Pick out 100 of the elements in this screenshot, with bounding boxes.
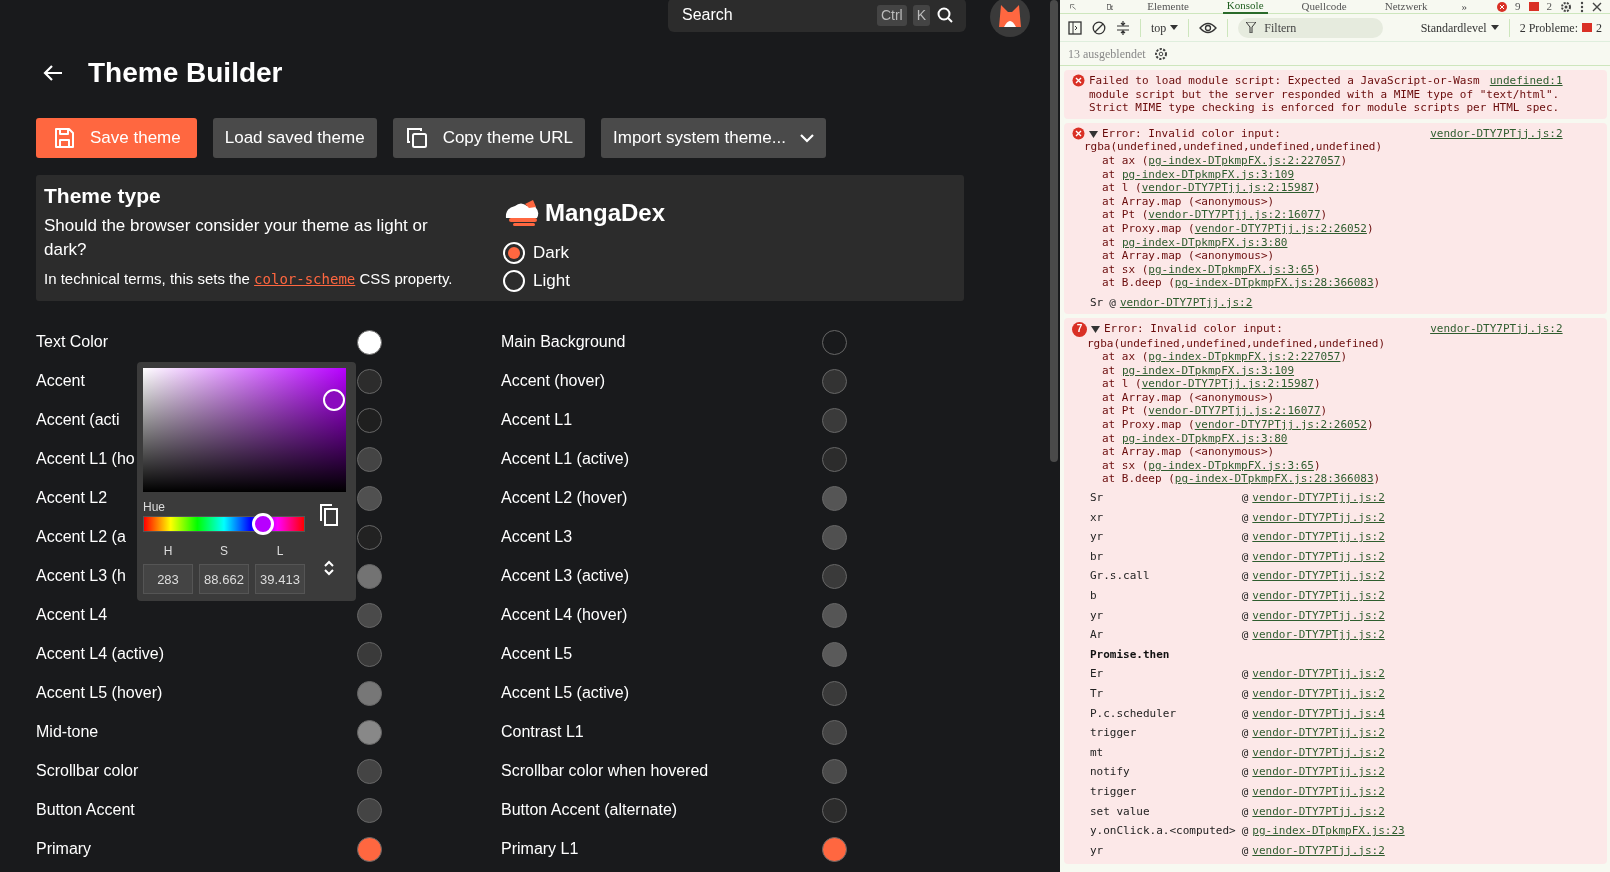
color-swatch[interactable] xyxy=(357,602,382,628)
eye-icon[interactable] xyxy=(1199,21,1218,34)
action-button[interactable]: Load saved theme xyxy=(212,117,377,158)
stack-link[interactable]: pg-index-DTpkmpFX.js:28:366083 xyxy=(1174,472,1374,487)
stack-link[interactable]: vendor-DTY7PTjj.js:2:15987 xyxy=(1141,377,1314,391)
color-swatch[interactable] xyxy=(822,563,847,589)
stack-link[interactable]: vendor-DTY7PTjj.js:2:16077 xyxy=(1148,404,1321,419)
search-field[interactable]: Search xyxy=(680,2,871,28)
source-link[interactable]: undefined:1 xyxy=(1479,74,1563,88)
color-swatch[interactable] xyxy=(357,797,382,823)
stack-link[interactable]: vendor-DTY7PTjj.js:2 xyxy=(1119,295,1253,310)
radio-option[interactable]: Light xyxy=(503,266,570,295)
problems-button[interactable]: 2 Probleme: 2 xyxy=(1519,18,1602,37)
caret-icon[interactable] xyxy=(1091,324,1100,333)
collapse-icon[interactable] xyxy=(1116,19,1130,36)
stack-link[interactable]: pg-index-DTpkmpFX.js:3:80 xyxy=(1121,431,1288,446)
color-swatch[interactable] xyxy=(822,758,847,784)
scrollbar-thumb[interactable] xyxy=(1050,0,1058,462)
color-swatch[interactable] xyxy=(357,329,382,355)
settings-icon[interactable] xyxy=(1153,46,1168,61)
stack-link[interactable]: vendor-DTY7PTjj.js:2 xyxy=(1252,546,1385,567)
stack-link[interactable]: pg-index-DTpkmpFX.js:3:65 xyxy=(1148,262,1314,277)
color-swatch[interactable] xyxy=(822,524,847,550)
caret-icon[interactable] xyxy=(1089,129,1098,138)
stack-link[interactable]: pg-index-DTpkmpFX.js:3:65 xyxy=(1148,458,1314,473)
color-swatch[interactable] xyxy=(822,641,847,667)
filter-bar[interactable]: Filtern xyxy=(1238,17,1384,38)
stack-link[interactable]: vendor-DTY7PTjj.js:2 xyxy=(1252,683,1385,704)
stack-link[interactable]: pg-index-DTpkmpFX.js:28:366083 xyxy=(1174,276,1374,290)
stack-link[interactable]: vendor-DTY7PTjj.js:2 xyxy=(1252,488,1385,508)
color-swatch[interactable] xyxy=(822,407,847,433)
code-link[interactable]: color-scheme xyxy=(254,270,356,287)
color-swatch[interactable] xyxy=(357,641,382,667)
color-swatch[interactable] xyxy=(357,524,382,550)
color-swatch[interactable] xyxy=(357,485,382,511)
devtools-tab[interactable]: Netzwerk xyxy=(1380,0,1432,13)
value-field[interactable]: 88.662 xyxy=(199,564,249,594)
color-swatch[interactable] xyxy=(357,719,382,745)
hue-slider[interactable] xyxy=(143,516,305,532)
color-swatch[interactable] xyxy=(822,680,847,706)
color-swatch[interactable] xyxy=(822,446,847,472)
stack-link[interactable]: pg-index-DTpkmpFX.js:23 xyxy=(1252,821,1405,841)
devtools-tab[interactable]: Elemente xyxy=(1143,0,1193,13)
color-swatch[interactable] xyxy=(822,836,847,862)
stack-link[interactable]: vendor-DTY7PTjj.js:2 xyxy=(1252,742,1385,763)
source-link[interactable]: vendor-DTY7PTjj.js:2 xyxy=(1420,321,1563,336)
stack-link[interactable]: vendor-DTY7PTjj.js:2:15987 xyxy=(1141,181,1314,195)
stack-link[interactable]: vendor-DTY7PTjj.js:2 xyxy=(1252,605,1385,626)
kebab-menu-icon[interactable] xyxy=(1580,0,1584,13)
sidebar-icon[interactable] xyxy=(1068,20,1082,35)
color-swatch[interactable] xyxy=(357,563,382,589)
stack-link[interactable]: pg-index-DTpkmpFX.js:2:227057 xyxy=(1148,153,1341,168)
devtools-tab[interactable]: Konsole xyxy=(1222,0,1268,14)
stack-link[interactable]: vendor-DTY7PTjj.js:2 xyxy=(1252,625,1385,645)
color-swatch[interactable] xyxy=(822,368,847,394)
color-swatch[interactable] xyxy=(357,407,382,433)
color-swatch[interactable] xyxy=(822,602,847,628)
stack-link[interactable]: vendor-DTY7PTjj.js:2 xyxy=(1252,507,1385,528)
value-field[interactable]: 283 xyxy=(143,564,193,594)
color-swatch[interactable] xyxy=(357,368,382,394)
level-dropdown[interactable]: Standardlevel xyxy=(1420,18,1499,37)
stack-link[interactable]: vendor-DTY7PTjj.js:2:16077 xyxy=(1148,208,1321,222)
value-field[interactable]: 39.413 xyxy=(255,564,305,594)
color-swatch[interactable] xyxy=(822,719,847,745)
stack-link[interactable]: pg-index-DTpkmpFX.js:3:109 xyxy=(1121,363,1295,378)
stack-link[interactable]: vendor-DTY7PTjj.js:4 xyxy=(1252,703,1385,724)
saturation-area[interactable] xyxy=(143,368,346,492)
stack-link[interactable]: vendor-DTY7PTjj.js:2 xyxy=(1252,840,1385,861)
up-down-icon[interactable] xyxy=(322,559,335,577)
radio-option[interactable]: Dark xyxy=(503,238,569,267)
stack-link[interactable]: vendor-DTY7PTjj.js:2 xyxy=(1252,586,1385,606)
stack-link[interactable]: vendor-DTY7PTjj.js:2:26052 xyxy=(1194,418,1367,432)
filter-field[interactable]: Filtern xyxy=(1262,17,1373,38)
stack-link[interactable]: vendor-DTY7PTjj.js:2 xyxy=(1252,527,1385,547)
dropdown-button[interactable]: Import system theme... xyxy=(601,117,826,158)
color-swatch[interactable] xyxy=(822,797,847,823)
color-swatch[interactable] xyxy=(357,680,382,706)
stack-link[interactable]: pg-index-DTpkmpFX.js:3:109 xyxy=(1121,167,1295,182)
stack-link[interactable]: vendor-DTY7PTjj.js:2 xyxy=(1252,762,1385,782)
clear-icon[interactable] xyxy=(1092,20,1106,35)
avatar-icon[interactable] xyxy=(990,0,1030,37)
stack-link[interactable]: pg-index-DTpkmpFX.js:2:227057 xyxy=(1148,350,1341,364)
search-bar[interactable]: Search Ctrl K xyxy=(668,0,966,32)
color-swatch[interactable] xyxy=(357,446,382,472)
action-button[interactable]: Copy theme URL xyxy=(392,117,585,158)
stack-link[interactable]: vendor-DTY7PTjj.js:2 xyxy=(1252,801,1385,822)
stack-link[interactable]: vendor-DTY7PTjj.js:2 xyxy=(1252,723,1385,743)
stack-link[interactable]: vendor-DTY7PTjj.js:2:26052 xyxy=(1194,221,1367,236)
devtools-tab[interactable]: Quellcode xyxy=(1297,0,1351,13)
color-swatch[interactable] xyxy=(822,485,847,511)
source-link[interactable]: vendor-DTY7PTjj.js:2 xyxy=(1420,126,1563,141)
more-tabs[interactable]: » xyxy=(1461,0,1467,15)
context-dropdown[interactable]: top xyxy=(1151,18,1179,37)
stack-link[interactable]: vendor-DTY7PTjj.js:2 xyxy=(1252,566,1385,586)
color-swatch[interactable] xyxy=(357,758,382,784)
stack-link[interactable]: vendor-DTY7PTjj.js:2 xyxy=(1252,781,1385,802)
stack-link[interactable]: vendor-DTY7PTjj.js:2 xyxy=(1252,664,1385,684)
color-handle[interactable] xyxy=(322,388,345,411)
settings-icon[interactable] xyxy=(1560,0,1572,13)
stack-link[interactable]: pg-index-DTpkmpFX.js:3:80 xyxy=(1121,235,1288,250)
